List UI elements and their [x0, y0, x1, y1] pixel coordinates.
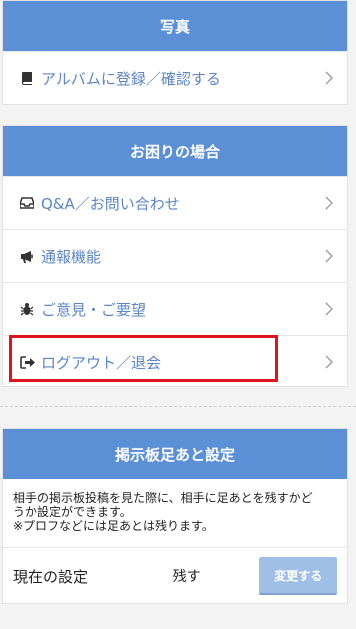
book-icon	[19, 70, 35, 86]
menu-item-album[interactable]: アルバムに登録／確認する	[3, 51, 347, 104]
description-line: 相手の掲示板投稿を見た際に、相手に足あとを残すかど	[13, 491, 313, 505]
current-setting-label: 現在の設定	[13, 567, 89, 586]
bug-icon	[19, 301, 35, 317]
description-line: うか設定ができます。	[13, 505, 132, 519]
settings-page: 写真 アルバムに登録／確認する お困りの場合 Q&A／お問い合わせ 通報機能 ご…	[0, 0, 356, 629]
chevron-right-icon	[323, 195, 335, 211]
menu-item-label: アルバムに登録／確認する	[41, 69, 221, 88]
footprint-card: 掲示板足あと設定 相手の掲示板投稿を見た際に、相手に足あとを残すかど うか設定が…	[2, 428, 348, 604]
photo-card: 写真 アルバムに登録／確認する	[2, 0, 348, 105]
chevron-right-icon	[323, 248, 335, 264]
help-header: お困りの場合	[3, 126, 347, 176]
chevron-right-icon	[323, 354, 335, 370]
chevron-right-icon	[323, 301, 335, 317]
footprint-description: 相手の掲示板投稿を見た際に、相手に足あとを残すかど うか設定ができます。 ※プロ…	[3, 479, 347, 548]
photo-header: 写真	[3, 1, 347, 51]
menu-item-label: ログアウト／退会	[41, 353, 162, 372]
menu-item-label: ご意見・ご要望	[41, 300, 147, 319]
change-setting-button[interactable]: 変更する	[259, 557, 337, 595]
menu-item-report[interactable]: 通報機能	[3, 229, 347, 282]
menu-item-feedback[interactable]: ご意見・ご要望	[3, 282, 347, 335]
description-line: ※プロフなどには足あとは残ります。	[13, 519, 214, 533]
footprint-header: 掲示板足あと設定	[3, 429, 347, 479]
current-setting-value: 残す	[172, 569, 201, 585]
megaphone-icon	[19, 248, 35, 264]
menu-item-logout[interactable]: ログアウト／退会	[3, 335, 347, 388]
sign-out-icon	[19, 354, 35, 370]
current-setting-row: 現在の設定 残す 変更する	[3, 548, 347, 604]
section-divider	[0, 406, 356, 407]
menu-item-qa[interactable]: Q&A／お問い合わせ	[3, 176, 347, 229]
help-card: お困りの場合 Q&A／お問い合わせ 通報機能 ご意見・ご要望 ログアウト／退会	[2, 125, 348, 387]
menu-item-label: Q&A／お問い合わせ	[41, 194, 180, 213]
chevron-right-icon	[323, 70, 335, 86]
menu-item-label: 通報機能	[41, 247, 102, 266]
inbox-icon	[19, 195, 35, 211]
